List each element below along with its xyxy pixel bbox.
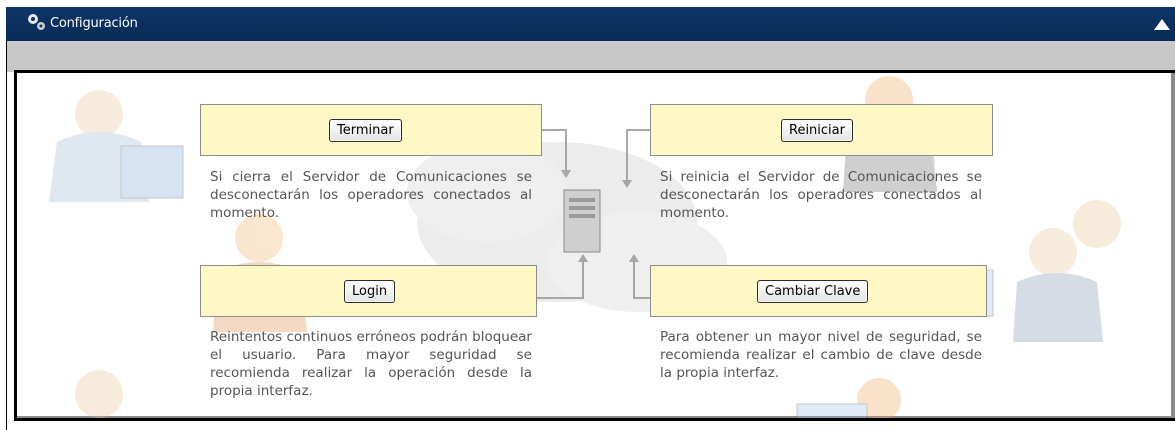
window-title: Configuración — [50, 16, 138, 31]
gears-icon — [28, 14, 45, 30]
network-illustration — [49, 76, 1121, 420]
terminar-button[interactable]: Terminar — [329, 119, 402, 142]
terminar-description: Si cierra el Servidor de Comunicaciones … — [210, 169, 532, 221]
cambiar-clave-button[interactable]: Cambiar Clave — [757, 280, 869, 303]
server-icon — [563, 189, 601, 253]
login-description: Reintentos continuos erróneos podrán blo… — [210, 329, 532, 399]
config-panel: Terminar Si cierra el Servidor de Comuni… — [17, 72, 1175, 420]
toolbar-strip — [6, 41, 1175, 72]
left-border — [6, 41, 7, 430]
collapse-arrow-icon[interactable] — [1151, 16, 1173, 32]
login-button[interactable]: Login — [344, 280, 396, 303]
window-titlebar: Configuración — [6, 7, 1175, 41]
cambiar-clave-description: Para obtener un mayor nivel de seguridad… — [660, 329, 982, 381]
reiniciar-button[interactable]: Reiniciar — [781, 119, 853, 142]
reiniciar-description: Si reinicia el Servidor de Comunicacione… — [660, 169, 982, 221]
